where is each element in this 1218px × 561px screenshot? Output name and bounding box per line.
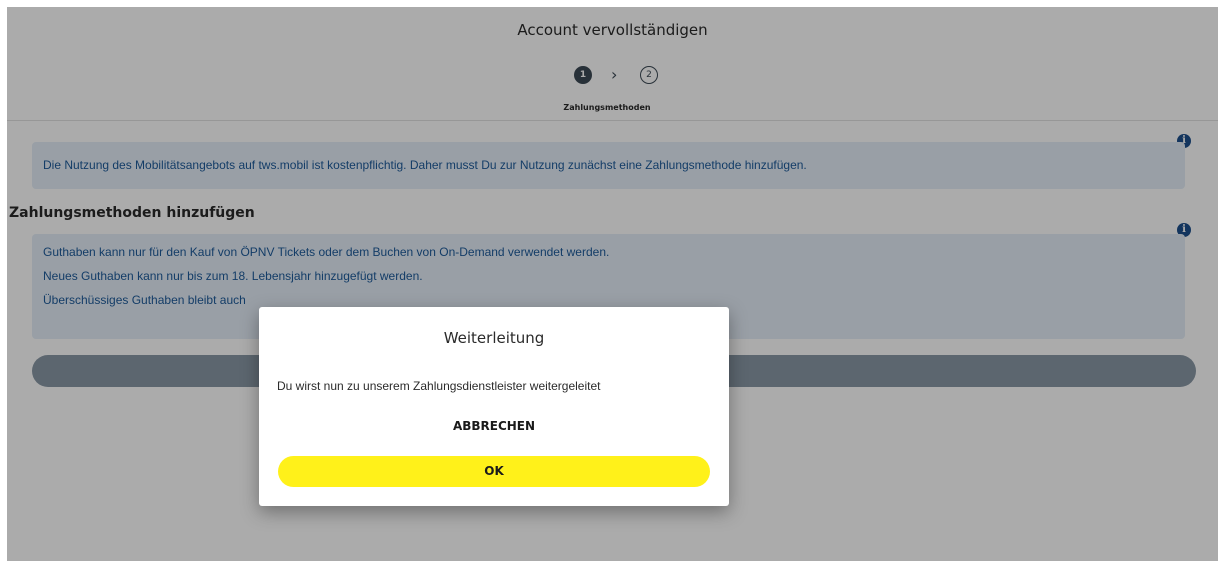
app-window: Account vervollständigen 1 › 2 Zahlungsm… <box>7 7 1218 561</box>
dialog-title: Weiterleitung <box>443 329 545 347</box>
cancel-button[interactable]: ABBRECHEN <box>259 419 729 433</box>
redirect-dialog: Weiterleitung Du wirst nun zu unserem Za… <box>259 307 729 506</box>
dialog-message: Du wirst nun zu unserem Zahlungsdienstle… <box>277 379 601 393</box>
ok-button[interactable]: OK <box>278 456 710 487</box>
